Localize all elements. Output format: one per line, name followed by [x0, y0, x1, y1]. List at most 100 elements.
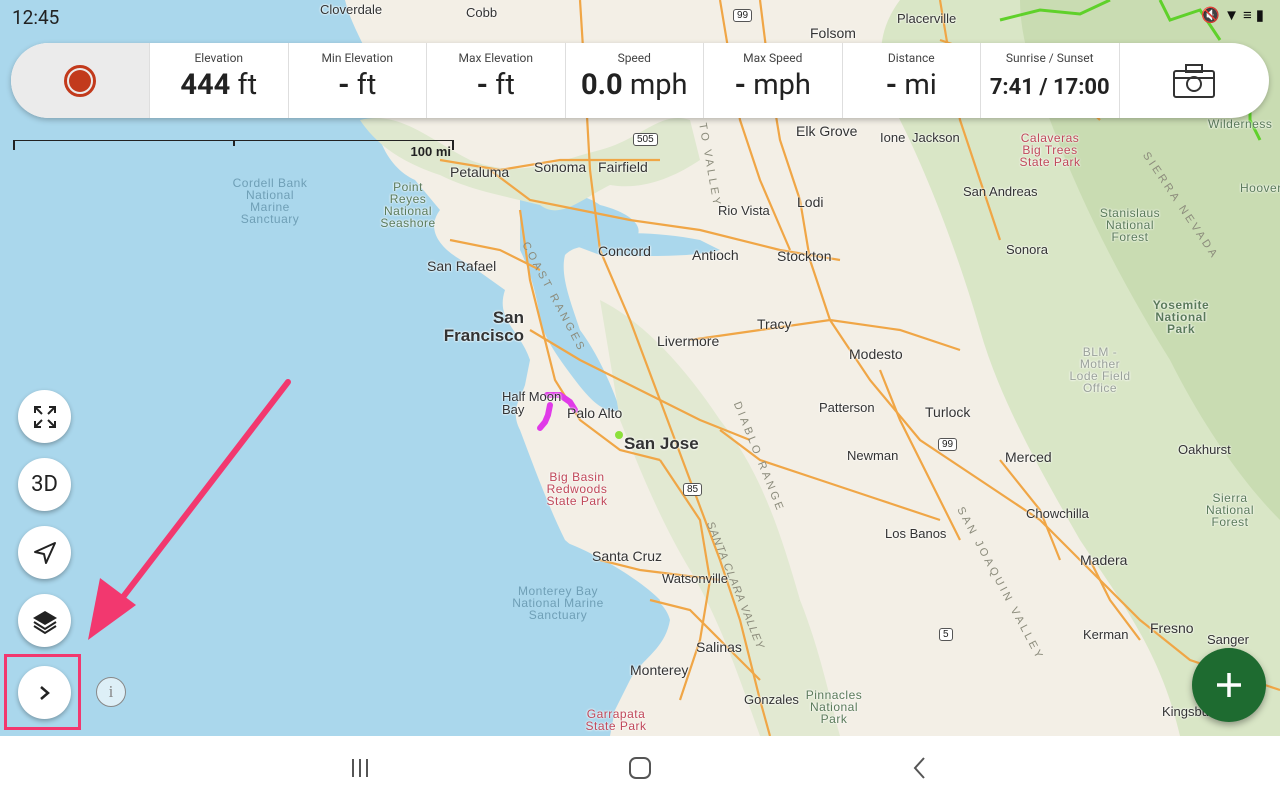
status-icons: 🔇▼≡▮	[1201, 6, 1268, 24]
add-button[interactable]	[1192, 648, 1266, 722]
city-label: Palo Alto	[567, 405, 623, 421]
stat-elevation: Elevation 444 ft	[149, 43, 288, 118]
record-button[interactable]	[11, 43, 149, 118]
stat-label: Max Speed	[743, 51, 803, 65]
city-label: Stockton	[777, 248, 832, 264]
home-icon	[629, 757, 651, 779]
stat-value: -	[476, 68, 489, 102]
stat-max-elevation: Max Elevation - ft	[426, 43, 565, 118]
highway-shield: 85	[683, 483, 703, 496]
stat-max-speed: Max Speed - mph	[703, 43, 842, 118]
status-time: 12:45	[12, 6, 60, 29]
city-label: Petaluma	[450, 164, 510, 180]
park-label: Cordell Bank National Marine Sanctuary	[232, 176, 308, 226]
city-label: San Rafael	[427, 258, 497, 274]
city-label: Watsonville	[662, 571, 728, 586]
3d-button[interactable]: 3D	[18, 458, 71, 511]
city-label: Concord	[598, 243, 651, 259]
battery-icon: ▮	[1255, 6, 1268, 24]
navigation-arrow-icon	[33, 541, 56, 564]
stat-label: Max Elevation	[458, 51, 534, 65]
city-label: Chowchilla	[1026, 506, 1089, 521]
mute-icon: 🔇	[1201, 6, 1225, 24]
android-nav-bar	[0, 736, 1280, 800]
city-label: Ione	[880, 130, 906, 145]
stat-unit: mph	[753, 68, 811, 102]
locate-button[interactable]	[18, 526, 71, 579]
stat-distance: Distance - mi	[841, 43, 981, 118]
city-label: Los Banos	[885, 526, 947, 541]
city-label: San Andreas	[963, 184, 1038, 199]
city-label: Kerman	[1083, 627, 1129, 642]
city-label: Sanger	[1207, 632, 1249, 647]
stat-value: 0.0	[580, 68, 623, 102]
stat-value: 7:41 / 17:00	[989, 75, 1110, 100]
park-label: Sierra National Forest	[1205, 491, 1255, 529]
city-label: Modesto	[849, 346, 903, 362]
park-label: Stanislaus National Forest	[1099, 206, 1161, 244]
stat-label: Distance	[887, 51, 935, 65]
city-label: Madera	[1080, 552, 1128, 568]
city-label: Antioch	[692, 247, 739, 263]
stat-sunrise-sunset: Sunrise / Sunset 7:41 / 17:00	[980, 43, 1119, 118]
highway-shield: 5	[939, 628, 953, 641]
park-label: BLM - Mother Lode Field Office	[1069, 345, 1131, 395]
park-label: Calaveras Big Trees State Park	[1019, 131, 1081, 169]
city-label: Sonora	[1006, 242, 1048, 257]
city-label: Santa Cruz	[592, 548, 663, 564]
park-label: Garrapata State Park	[585, 707, 647, 733]
stat-unit: ft	[237, 68, 258, 102]
recents-button[interactable]	[345, 756, 375, 780]
city-label: Newman	[847, 448, 899, 463]
wifi-icon: ≡	[1242, 6, 1256, 24]
highlight-box	[4, 654, 81, 730]
stat-label: Elevation	[194, 51, 244, 65]
city-label-san-francisco: San Francisco	[443, 308, 524, 345]
stat-unit: ft	[356, 68, 377, 102]
park-label: Yosemite National Park	[1152, 298, 1210, 336]
park-label: Monterey Bay National Marine Sanctuary	[512, 584, 604, 622]
layers-icon	[32, 610, 57, 634]
city-label-san-jose: San Jose	[624, 434, 699, 453]
status-bar: 12:45 🔇▼≡▮	[0, 0, 1280, 34]
city-label: Monterey	[630, 662, 689, 678]
park-label: Big Basin Redwoods State Park	[546, 470, 608, 508]
record-icon	[64, 64, 96, 97]
scale-label: 100 mi	[410, 144, 451, 159]
stat-value: -	[734, 68, 747, 102]
stat-unit: mph	[629, 68, 688, 102]
stat-label: Sunrise / Sunset	[1005, 51, 1094, 65]
city-label: Livermore	[657, 333, 720, 349]
camera-button[interactable]	[1118, 43, 1270, 118]
city-label: Salinas	[696, 639, 742, 655]
info-icon: i	[108, 682, 114, 701]
info-button[interactable]: i	[96, 677, 126, 707]
track-stats-bar: Elevation 444 ft Min Elevation - ft Max …	[11, 43, 1269, 118]
city-label: Gonzales	[744, 692, 799, 707]
stat-label: Min Elevation	[321, 51, 394, 65]
back-icon	[913, 757, 925, 779]
recents-icon	[352, 759, 368, 777]
plus-icon	[1217, 673, 1241, 697]
city-label: Patterson	[819, 400, 875, 415]
camera-icon	[1173, 63, 1216, 98]
stat-speed: Speed 0.0 mph	[564, 43, 704, 118]
stat-value: -	[338, 68, 350, 102]
location-icon: ▼	[1224, 6, 1243, 24]
expand-icon	[33, 405, 56, 428]
city-label: Fairfield	[598, 159, 648, 175]
city-label: Oakhurst	[1178, 442, 1231, 457]
city-label: Jackson	[912, 130, 960, 145]
back-button[interactable]	[905, 756, 935, 780]
home-button[interactable]	[625, 756, 655, 780]
park-label: Pinnacles National Park	[805, 688, 863, 726]
park-label: Point Reyes National Seashore	[380, 180, 436, 230]
stat-label: Speed	[617, 51, 651, 65]
stat-unit: mi	[904, 68, 937, 102]
city-label: Sonoma	[534, 159, 587, 175]
park-label: Wilderness	[1208, 117, 1273, 131]
layers-button[interactable]	[18, 594, 71, 647]
highway-shield: 99	[938, 438, 958, 451]
city-label: Rio Vista	[718, 203, 770, 218]
fullscreen-button[interactable]	[18, 390, 71, 443]
